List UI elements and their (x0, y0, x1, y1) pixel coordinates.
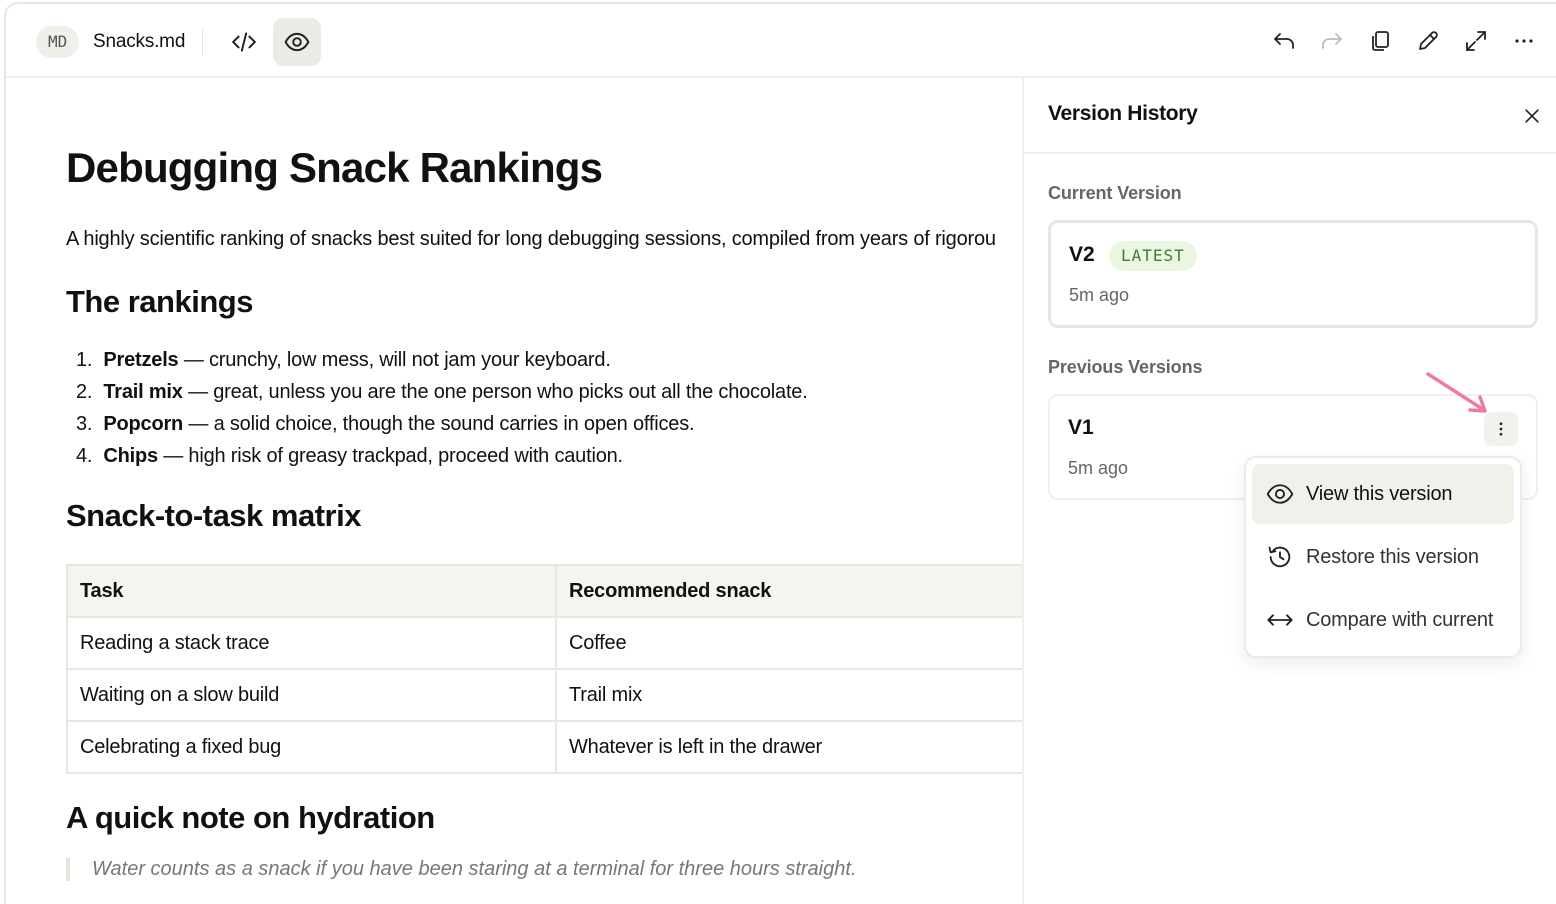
close-panel-button[interactable] (1516, 100, 1548, 132)
hydration-heading: A quick note on hydration (66, 800, 435, 835)
panel-title: Version History (1048, 102, 1198, 125)
pencil-icon (1419, 31, 1438, 50)
file-name: Snacks.md (93, 31, 186, 52)
app-window: MD Snacks.md Debugging Snack Rankings A … (4, 2, 1556, 904)
undo-icon (1274, 33, 1294, 49)
snack-task-table: Task Recommended snack Reading a stack t… (66, 564, 1026, 774)
table-row: Celebrating a fixed bug Whatever is left… (66, 720, 1026, 774)
list-item: 2. Trail mix — great, unless you are the… (76, 381, 808, 403)
preview-view-button[interactable] (273, 18, 321, 66)
more-options-button[interactable] (1509, 26, 1539, 56)
current-version-label: Current Version (1048, 183, 1182, 203)
redo-icon (1322, 33, 1342, 49)
arrows-horizontal-icon (1267, 614, 1293, 626)
menu-item-compare-current[interactable]: Compare with current (1252, 590, 1514, 650)
eye-icon (1266, 484, 1294, 504)
panel-header: Version History (1024, 78, 1556, 154)
close-icon (1525, 109, 1539, 123)
document-preview: Debugging Snack Rankings A highly scient… (66, 78, 1026, 888)
rankings-heading: The rankings (66, 284, 253, 319)
table-cell: Reading a stack trace (66, 616, 557, 670)
list-item: 1. Pretzels — crunchy, low mess, will no… (76, 349, 611, 371)
matrix-heading: Snack-to-task matrix (66, 498, 361, 533)
expand-button[interactable] (1461, 26, 1491, 56)
toolbar: MD Snacks.md (6, 4, 1556, 78)
expand-icon (1466, 31, 1486, 51)
code-icon (232, 32, 256, 52)
menu-item-restore-version[interactable]: Restore this version (1252, 527, 1514, 587)
hydration-quote: Water counts as a snack if you have been… (66, 858, 856, 881)
table-cell: Coffee (555, 616, 1026, 670)
table-cell: Celebrating a fixed bug (66, 720, 557, 774)
rankings-list: 1. Pretzels — crunchy, low mess, will no… (76, 344, 808, 472)
table-row: Waiting on a slow build Trail mix (66, 668, 1026, 722)
table-header: Task (66, 564, 557, 618)
document-title: Debugging Snack Rankings (66, 144, 603, 191)
previous-versions-label: Previous Versions (1048, 357, 1203, 377)
undo-button[interactable] (1269, 26, 1299, 56)
menu-item-view-version[interactable]: View this version (1252, 464, 1514, 524)
version-name: V2 (1069, 243, 1095, 266)
table-cell: Whatever is left in the drawer (555, 720, 1026, 774)
table-cell: Waiting on a slow build (66, 668, 557, 722)
version-options-menu: View this version Restore this version C… (1244, 456, 1522, 658)
eye-icon (284, 32, 310, 52)
menu-item-label: Compare with current (1306, 608, 1494, 631)
table-cell: Trail mix (555, 668, 1026, 722)
list-item: 4. Chips — high risk of greasy trackpad,… (76, 445, 623, 467)
list-item: 3. Popcorn — a solid choice, though the … (76, 413, 695, 435)
table-header: Recommended snack (555, 564, 1026, 618)
edit-button[interactable] (1413, 26, 1443, 56)
history-icon (1268, 546, 1291, 568)
pointer-arrow-icon (1426, 372, 1487, 413)
copy-button[interactable] (1365, 26, 1395, 56)
copy-icon (1372, 31, 1389, 51)
menu-item-label: View this version (1306, 482, 1453, 505)
version-time: 5m ago (1068, 458, 1129, 478)
redo-button[interactable] (1317, 26, 1347, 56)
code-view-button[interactable] (220, 18, 268, 66)
latest-badge: LATEST (1109, 241, 1197, 271)
table-row: Reading a stack trace Coffee (66, 616, 1026, 670)
format-badge: MD (36, 26, 80, 58)
more-horizontal-icon (1515, 39, 1533, 43)
menu-item-label: Restore this version (1306, 545, 1479, 568)
version-time: 5m ago (1069, 285, 1130, 305)
version-name: V1 (1068, 416, 1094, 439)
more-vertical-icon (1499, 422, 1503, 436)
document-intro: A highly scientific ranking of snacks be… (66, 228, 996, 250)
current-version-card[interactable]: V2 LATEST 5m ago (1048, 220, 1538, 328)
table-header-row: Task Recommended snack (66, 564, 1026, 618)
toolbar-divider (202, 28, 203, 56)
